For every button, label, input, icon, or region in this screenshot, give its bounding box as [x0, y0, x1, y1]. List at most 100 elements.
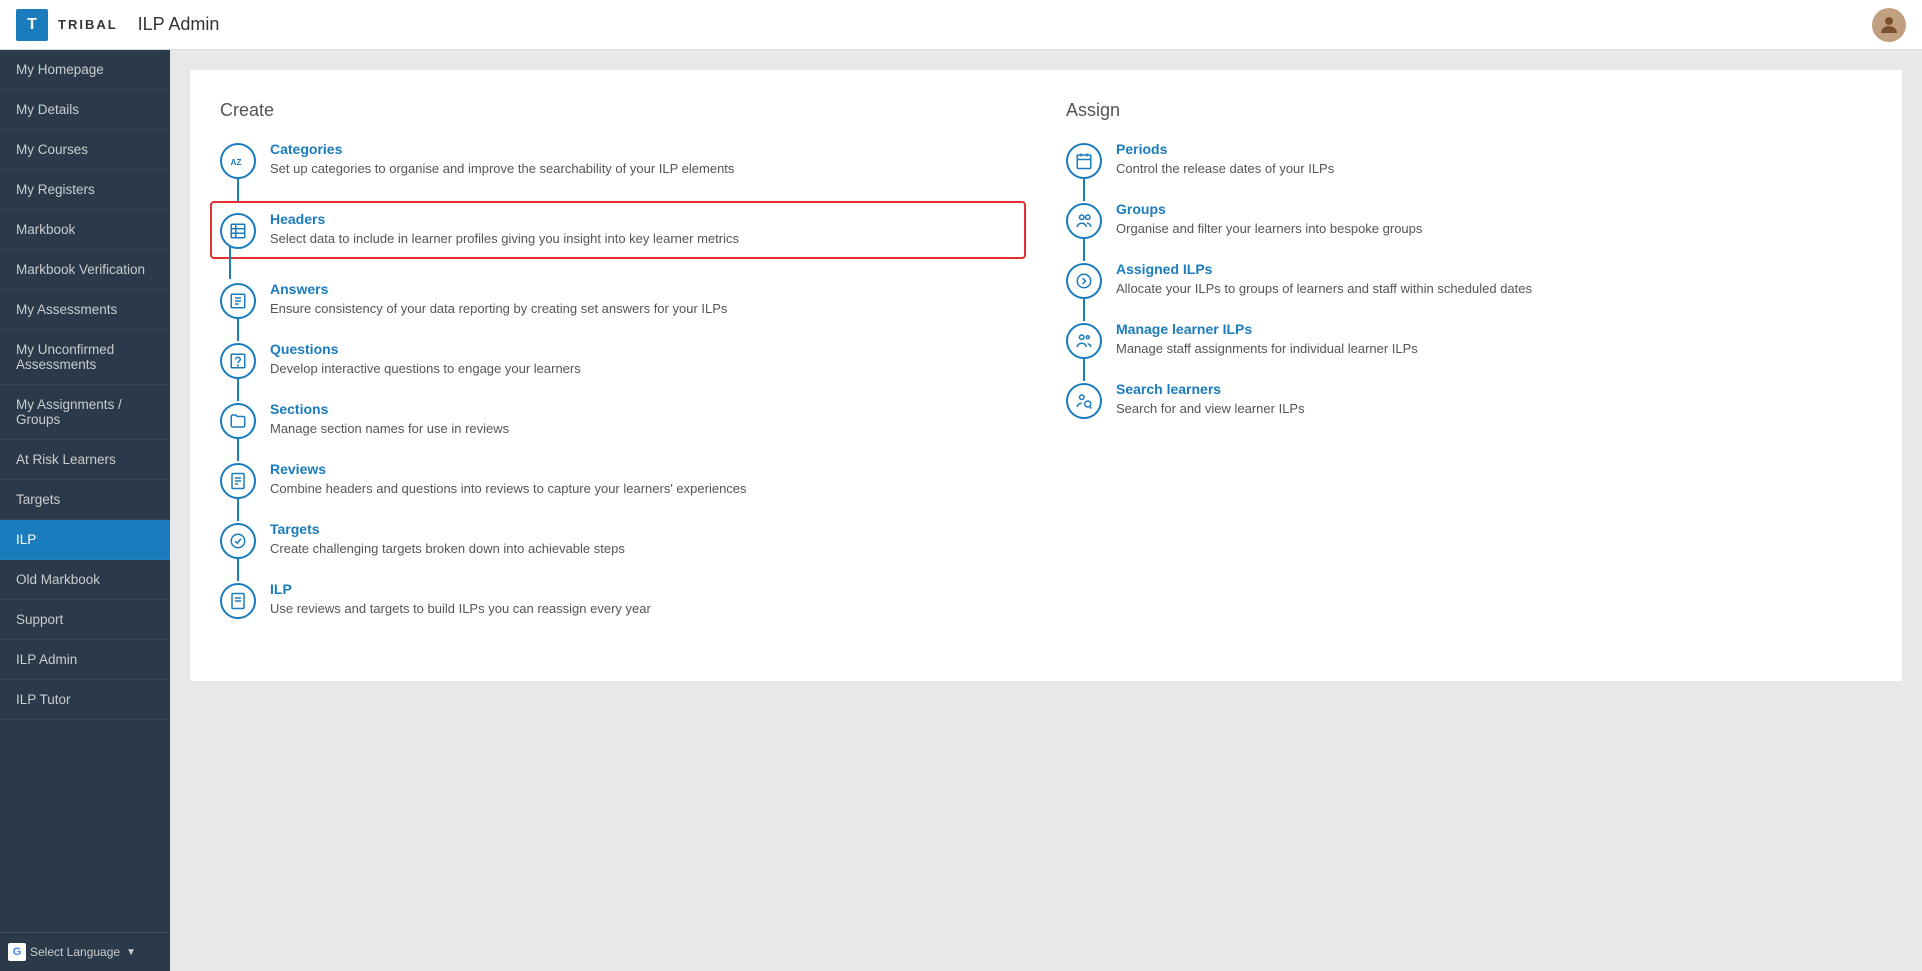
timeline-item-periods: Periods Control the release dates of your… — [1066, 141, 1872, 179]
item-content-manage-learner-ilps: Manage learner ILPs Manage staff assignme… — [1116, 321, 1872, 358]
select-language-label: Select Language — [30, 945, 120, 959]
item-content-categories: CategoriesSet up categories to organise … — [270, 141, 1026, 178]
timeline-connector — [237, 439, 239, 461]
item-desc-ilp: Use reviews and targets to build ILPs yo… — [270, 601, 651, 616]
sidebar-item-my-details[interactable]: My Details — [0, 90, 170, 130]
doc2-icon — [220, 583, 256, 619]
item-desc-periods: Control the release dates of your ILPs — [1116, 161, 1334, 176]
timeline-connector — [1083, 239, 1085, 261]
timeline-item-groups: Groups Organise and filter your learners … — [1066, 201, 1872, 239]
sidebar-item-my-assessments[interactable]: My Assessments — [0, 290, 170, 330]
item-content-answers: AnswersEnsure consistency of your data r… — [270, 281, 1026, 318]
item-link-periods[interactable]: Periods — [1116, 141, 1872, 157]
timeline-connector — [1083, 179, 1085, 201]
item-content-reviews: Reviews Combine headers and questions int… — [270, 461, 1026, 498]
sidebar-footer[interactable]: G Select Language ▼ — [0, 932, 170, 971]
content-area: Create AZCategoriesSet up categories to … — [170, 50, 1922, 971]
item-content-sections: Sections Manage section names for use in … — [270, 401, 1026, 438]
people2-icon — [1066, 323, 1102, 359]
sidebar-item-at-risk-learners[interactable]: At Risk Learners — [0, 440, 170, 480]
item-desc-manage-learner-ilps: Manage staff assignments for individual … — [1116, 341, 1418, 356]
item-link-categories[interactable]: Categories — [270, 141, 1026, 157]
item-desc-targets: Create challenging targets broken down i… — [270, 541, 625, 556]
timeline-item-ilp: ILP Use reviews and targets to build ILPs… — [220, 581, 1026, 619]
item-desc-questions: Develop interactive questions to engage … — [270, 361, 581, 376]
sidebar-item-targets[interactable]: Targets — [0, 480, 170, 520]
timeline-connector — [237, 379, 239, 401]
item-link-manage-learner-ilps[interactable]: Manage learner ILPs — [1116, 321, 1872, 337]
item-link-ilp[interactable]: ILP — [270, 581, 1026, 597]
timeline-connector — [1083, 299, 1085, 321]
item-link-reviews[interactable]: Reviews — [270, 461, 1026, 477]
az-icon: AZ — [220, 143, 256, 179]
content-card: Create AZCategoriesSet up categories to … — [190, 70, 1902, 681]
list-icon — [220, 283, 256, 319]
sidebar-item-ilp-admin[interactable]: ILP Admin — [0, 640, 170, 680]
language-dropdown-arrow: ▼ — [126, 947, 136, 958]
timeline-item-manage-learner-ilps: Manage learner ILPs Manage staff assignme… — [1066, 321, 1872, 359]
create-column: Create AZCategoriesSet up categories to … — [220, 100, 1026, 641]
sidebar-item-my-registers[interactable]: My Registers — [0, 170, 170, 210]
item-desc-sections: Manage section names for use in reviews — [270, 421, 509, 436]
sidebar-item-my-homepage[interactable]: My Homepage — [0, 50, 170, 90]
sidebar-item-markbook-verification[interactable]: Markbook Verification — [0, 250, 170, 290]
tribal-logo: T — [16, 9, 48, 41]
sidebar-item-my-courses[interactable]: My Courses — [0, 130, 170, 170]
calendar-icon — [1066, 143, 1102, 179]
create-timeline: AZ CategoriesSet up categories to organis… — [220, 141, 1026, 619]
item-content-headers: Headers Select data to include in learner… — [270, 211, 1014, 248]
table-icon — [220, 213, 256, 249]
sidebar-item-my-unconfirmed-assessments[interactable]: My Unconfirmed Assessments — [0, 330, 170, 385]
item-content-questions: Questions Develop interactive questions t… — [270, 341, 1026, 378]
question-icon — [220, 343, 256, 379]
sidebar-item-support[interactable]: Support — [0, 600, 170, 640]
header-right — [1872, 8, 1906, 42]
item-content-targets: Targets Create challenging targets broken… — [270, 521, 1026, 558]
sidebar: My HomepageMy DetailsMy CoursesMy Regist… — [0, 50, 170, 971]
item-link-assigned-ilps[interactable]: Assigned ILPs — [1116, 261, 1872, 277]
logo-name: TRIBAL — [58, 17, 118, 32]
sidebar-nav: My HomepageMy DetailsMy CoursesMy Regist… — [0, 50, 170, 932]
assign-timeline: Periods Control the release dates of your… — [1066, 141, 1872, 419]
sidebar-item-my-assignments-groups[interactable]: My Assignments / Groups — [0, 385, 170, 440]
timeline-connector — [1083, 359, 1085, 381]
timeline-item-categories: AZ CategoriesSet up categories to organis… — [220, 141, 1026, 179]
page-title: ILP Admin — [138, 14, 220, 35]
timeline-item-questions: Questions Develop interactive questions t… — [220, 341, 1026, 379]
sidebar-item-ilp-tutor[interactable]: ILP Tutor — [0, 680, 170, 720]
item-desc-headers: Select data to include in learner profil… — [270, 231, 739, 246]
item-link-search-learners[interactable]: Search learners — [1116, 381, 1872, 397]
sidebar-item-ilp[interactable]: ILP — [0, 520, 170, 560]
item-desc-groups: Organise and filter your learners into b… — [1116, 221, 1422, 236]
item-link-sections[interactable]: Sections — [270, 401, 1026, 417]
timeline-connector — [237, 319, 239, 341]
people-icon — [1066, 203, 1102, 239]
google-icon: G — [8, 943, 26, 961]
timeline-item-sections: Sections Manage section names for use in … — [220, 401, 1026, 439]
top-header: T TRIBAL ILP Admin — [0, 0, 1922, 50]
timeline-item-reviews: Reviews Combine headers and questions int… — [220, 461, 1026, 499]
item-desc-reviews: Combine headers and questions into revie… — [270, 481, 747, 496]
main-layout: My HomepageMy DetailsMy CoursesMy Regist… — [0, 50, 1922, 971]
timeline-item-targets: Targets Create challenging targets broken… — [220, 521, 1026, 559]
item-link-questions[interactable]: Questions — [270, 341, 1026, 357]
svg-text:AZ: AZ — [231, 158, 242, 167]
item-link-headers[interactable]: Headers — [270, 211, 1014, 227]
item-desc-search-learners: Search for and view learner ILPs — [1116, 401, 1305, 416]
timeline-item-search-learners: Search learners Search for and view learn… — [1066, 381, 1872, 419]
item-link-groups[interactable]: Groups — [1116, 201, 1872, 217]
timeline-item-headers: Headers Select data to include in learner… — [210, 201, 1026, 259]
check-icon — [220, 523, 256, 559]
sidebar-item-markbook[interactable]: Markbook — [0, 210, 170, 250]
logo-area: T TRIBAL — [16, 9, 118, 41]
item-content-assigned-ilps: Assigned ILPsAllocate your ILPs to group… — [1116, 261, 1872, 298]
item-link-targets[interactable]: Targets — [270, 521, 1026, 537]
timeline-item-answers: AnswersEnsure consistency of your data r… — [220, 281, 1026, 319]
sidebar-item-old-markbook[interactable]: Old Markbook — [0, 560, 170, 600]
item-link-answers[interactable]: Answers — [270, 281, 1026, 297]
avatar[interactable] — [1872, 8, 1906, 42]
timeline-connector — [237, 499, 239, 521]
assign-column: Assign PeriodsControl the release dates … — [1066, 100, 1872, 641]
search-people-icon — [1066, 383, 1102, 419]
timeline-connector — [237, 559, 239, 581]
